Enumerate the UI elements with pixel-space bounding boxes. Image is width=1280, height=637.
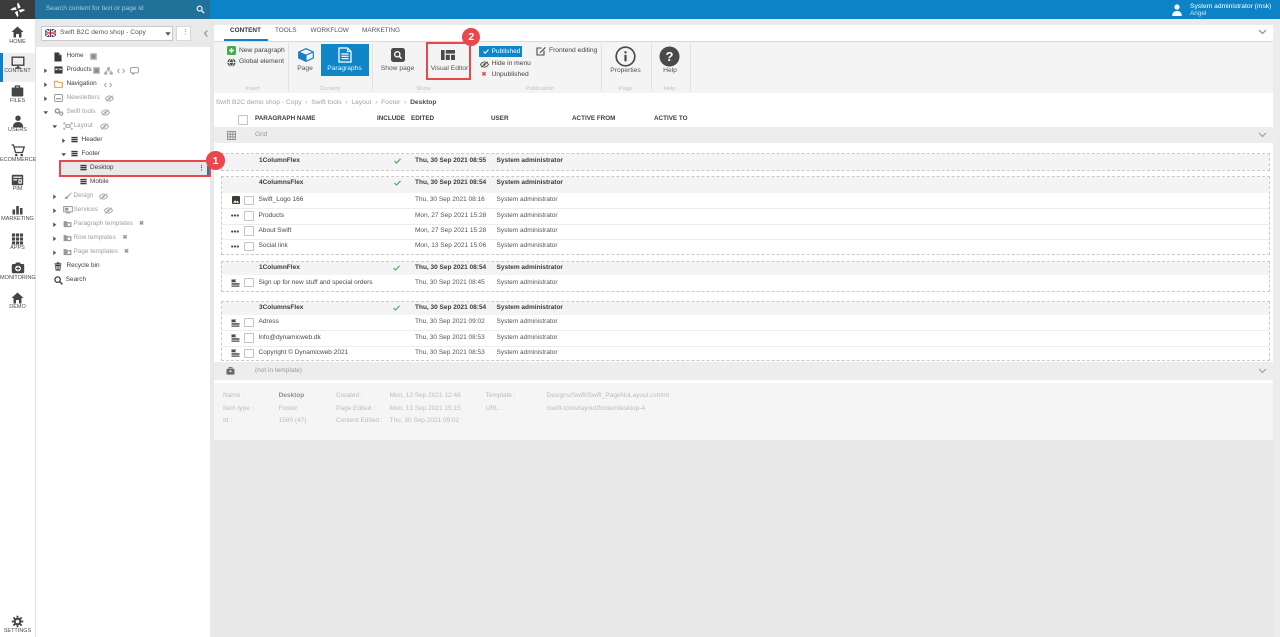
svg-text:?: ?	[666, 49, 674, 64]
